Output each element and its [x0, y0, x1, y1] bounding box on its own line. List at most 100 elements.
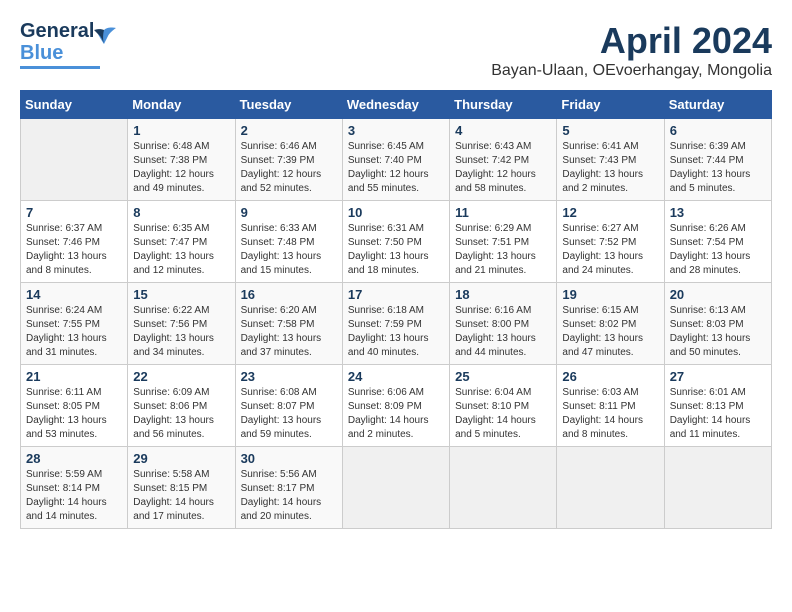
day-info: Sunrise: 6:20 AMSunset: 7:58 PMDaylight:… [241, 304, 337, 360]
day-info: Sunrise: 6:22 AMSunset: 7:56 PMDaylight:… [133, 304, 229, 360]
day-number: 14 [26, 287, 122, 302]
calendar-header-row: SundayMondayTuesdayWednesdayThursdayFrid… [21, 91, 772, 119]
calendar-week-row: 21Sunrise: 6:11 AMSunset: 8:05 PMDayligh… [21, 365, 772, 447]
daylight-text: Daylight: 13 hours and 18 minutes. [348, 250, 444, 278]
sunrise-text: Sunrise: 6:08 AM [241, 386, 337, 400]
daylight-text: Daylight: 12 hours and 49 minutes. [133, 168, 229, 196]
sunset-text: Sunset: 8:00 PM [455, 318, 551, 332]
daylight-text: Daylight: 13 hours and 12 minutes. [133, 250, 229, 278]
sunset-text: Sunset: 8:06 PM [133, 400, 229, 414]
day-info: Sunrise: 6:35 AMSunset: 7:47 PMDaylight:… [133, 222, 229, 278]
day-info: Sunrise: 6:26 AMSunset: 7:54 PMDaylight:… [670, 222, 766, 278]
day-number: 28 [26, 451, 122, 466]
calendar-cell: 11 Sunrise: 6:29 AMSunset: 7:51 PMDayligh… [450, 201, 557, 283]
calendar-cell: 10Sunrise: 6:31 AMSunset: 7:50 PMDayligh… [342, 201, 449, 283]
sunrise-text: Sunrise: 6:35 AM [133, 222, 229, 236]
day-number: 12 [562, 205, 658, 220]
day-number: 3 [348, 123, 444, 138]
sunrise-text: Sunrise: 6:18 AM [348, 304, 444, 318]
header-day-friday: Friday [557, 91, 664, 119]
header-day-saturday: Saturday [664, 91, 771, 119]
sunrise-text: Sunrise: 6:11 AM [26, 386, 122, 400]
calendar-cell: 19 Sunrise: 6:15 AMSunset: 8:02 PMDayligh… [557, 283, 664, 365]
sunset-text: Sunset: 7:48 PM [241, 236, 337, 250]
sunrise-text: Sunrise: 6:31 AM [348, 222, 444, 236]
daylight-text: Daylight: 13 hours and 24 minutes. [562, 250, 658, 278]
sunset-text: Sunset: 7:59 PM [348, 318, 444, 332]
calendar-week-row: 1Sunrise: 6:48 AMSunset: 7:38 PMDaylight… [21, 119, 772, 201]
daylight-text: Daylight: 12 hours and 58 minutes. [455, 168, 551, 196]
day-info: Sunrise: 6:15 AMSunset: 8:02 PMDaylight:… [562, 304, 658, 360]
day-number: 11 [455, 205, 551, 220]
calendar-cell [557, 447, 664, 529]
calendar-cell [450, 447, 557, 529]
daylight-text: Daylight: 13 hours and 40 minutes. [348, 332, 444, 360]
daylight-text: Daylight: 14 hours and 17 minutes. [133, 496, 229, 524]
sunrise-text: Sunrise: 5:56 AM [241, 468, 337, 482]
calendar-cell: 14 Sunrise: 6:24 AMSunset: 7:55 PMDayligh… [21, 283, 128, 365]
calendar-cell [21, 119, 128, 201]
sunrise-text: Sunrise: 6:24 AM [26, 304, 122, 318]
day-number: 26 [562, 369, 658, 384]
calendar-cell: 20 Sunrise: 6:13 AMSunset: 8:03 PMDayligh… [664, 283, 771, 365]
calendar-cell: 16 Sunrise: 6:20 AMSunset: 7:58 PMDayligh… [235, 283, 342, 365]
header-day-thursday: Thursday [450, 91, 557, 119]
day-number: 18 [455, 287, 551, 302]
sunset-text: Sunset: 8:02 PM [562, 318, 658, 332]
daylight-text: Daylight: 14 hours and 20 minutes. [241, 496, 337, 524]
calendar-cell: 22Sunrise: 6:09 AMSunset: 8:06 PMDayligh… [128, 365, 235, 447]
day-number: 19 [562, 287, 658, 302]
daylight-text: Daylight: 13 hours and 31 minutes. [26, 332, 122, 360]
calendar-cell: 17 Sunrise: 6:18 AMSunset: 7:59 PMDayligh… [342, 283, 449, 365]
calendar-cell: 26Sunrise: 6:03 AMSunset: 8:11 PMDayligh… [557, 365, 664, 447]
calendar-cell [664, 447, 771, 529]
sunrise-text: Sunrise: 6:48 AM [133, 140, 229, 154]
sunset-text: Sunset: 7:52 PM [562, 236, 658, 250]
day-number: 16 [241, 287, 337, 302]
day-number: 13 [670, 205, 766, 220]
daylight-text: Daylight: 13 hours and 37 minutes. [241, 332, 337, 360]
daylight-text: Daylight: 13 hours and 15 minutes. [241, 250, 337, 278]
daylight-text: Daylight: 12 hours and 55 minutes. [348, 168, 444, 196]
sunrise-text: Sunrise: 6:09 AM [133, 386, 229, 400]
daylight-text: Daylight: 14 hours and 11 minutes. [670, 414, 766, 442]
daylight-text: Daylight: 13 hours and 34 minutes. [133, 332, 229, 360]
sunset-text: Sunset: 8:13 PM [670, 400, 766, 414]
calendar-cell: 8Sunrise: 6:35 AMSunset: 7:47 PMDaylight… [128, 201, 235, 283]
day-info: Sunrise: 6:13 AMSunset: 8:03 PMDaylight:… [670, 304, 766, 360]
sunset-text: Sunset: 8:10 PM [455, 400, 551, 414]
sunset-text: Sunset: 7:58 PM [241, 318, 337, 332]
day-number: 15 [133, 287, 229, 302]
calendar-cell: 7Sunrise: 6:37 AMSunset: 7:46 PMDaylight… [21, 201, 128, 283]
day-info: Sunrise: 6:41 AMSunset: 7:43 PMDaylight:… [562, 140, 658, 196]
calendar-cell [342, 447, 449, 529]
sunset-text: Sunset: 7:43 PM [562, 154, 658, 168]
daylight-text: Daylight: 13 hours and 2 minutes. [562, 168, 658, 196]
day-number: 20 [670, 287, 766, 302]
sunrise-text: Sunrise: 6:13 AM [670, 304, 766, 318]
day-info: Sunrise: 6:33 AMSunset: 7:48 PMDaylight:… [241, 222, 337, 278]
day-number: 6 [670, 123, 766, 138]
sunrise-text: Sunrise: 6:03 AM [562, 386, 658, 400]
daylight-text: Daylight: 13 hours and 50 minutes. [670, 332, 766, 360]
sunset-text: Sunset: 7:50 PM [348, 236, 444, 250]
sunset-text: Sunset: 8:03 PM [670, 318, 766, 332]
day-number: 1 [133, 123, 229, 138]
sunset-text: Sunset: 8:15 PM [133, 482, 229, 496]
day-number: 9 [241, 205, 337, 220]
calendar-cell: 15 Sunrise: 6:22 AMSunset: 7:56 PMDayligh… [128, 283, 235, 365]
sunrise-text: Sunrise: 6:06 AM [348, 386, 444, 400]
page-header: General Blue April 2024 Bayan-Ulaan, OEv… [20, 20, 772, 80]
day-info: Sunrise: 6:24 AMSunset: 7:55 PMDaylight:… [26, 304, 122, 360]
sunrise-text: Sunrise: 5:59 AM [26, 468, 122, 482]
sunset-text: Sunset: 7:54 PM [670, 236, 766, 250]
calendar-cell: 18Sunrise: 6:16 AMSunset: 8:00 PMDayligh… [450, 283, 557, 365]
daylight-text: Daylight: 14 hours and 14 minutes. [26, 496, 122, 524]
daylight-text: Daylight: 12 hours and 52 minutes. [241, 168, 337, 196]
day-info: Sunrise: 6:29 AMSunset: 7:51 PMDaylight:… [455, 222, 551, 278]
day-number: 17 [348, 287, 444, 302]
day-info: Sunrise: 6:43 AMSunset: 7:42 PMDaylight:… [455, 140, 551, 196]
calendar-cell: 9 Sunrise: 6:33 AMSunset: 7:48 PMDaylight… [235, 201, 342, 283]
day-info: Sunrise: 6:09 AMSunset: 8:06 PMDaylight:… [133, 386, 229, 442]
daylight-text: Daylight: 13 hours and 56 minutes. [133, 414, 229, 442]
